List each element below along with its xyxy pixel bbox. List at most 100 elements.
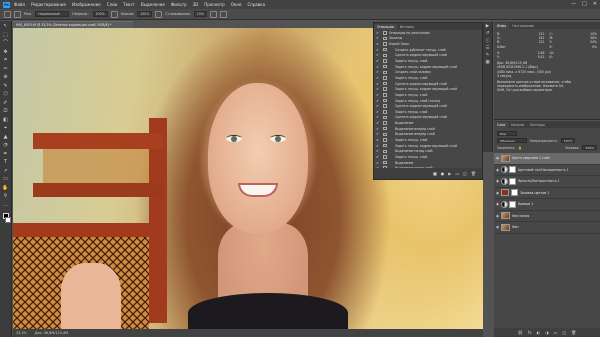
dialog-toggle-icon[interactable] — [383, 110, 387, 114]
new-action-icon[interactable]: ◫ — [463, 171, 467, 176]
dialog-toggle-icon[interactable] — [383, 76, 387, 80]
dialog-toggle-icon[interactable] — [383, 59, 387, 63]
check-icon[interactable]: ✔ — [374, 127, 381, 131]
tab-channels[interactable]: Каналы — [508, 122, 527, 128]
check-icon[interactable]: ✔ — [374, 104, 381, 108]
check-icon[interactable]: ✔ — [374, 31, 381, 35]
dialog-toggle-icon[interactable] — [383, 36, 387, 41]
doc-size[interactable]: Док: 36,8M/125,4M — [35, 331, 68, 335]
layer-name[interactable]: Яркость/Контрастность 1 — [518, 179, 560, 183]
check-icon[interactable]: ✔ — [374, 99, 381, 103]
dialog-toggle-icon[interactable] — [383, 155, 387, 159]
layer-name[interactable]: Кривые 1 — [518, 202, 533, 206]
opacity-field[interactable]: 100% — [92, 11, 108, 17]
mask-icon[interactable]: ◐ — [537, 330, 541, 335]
check-icon[interactable]: ✔ — [374, 48, 381, 52]
menu-type[interactable]: Текст — [123, 2, 135, 7]
close-icon[interactable]: ✕ — [593, 1, 597, 7]
layer-row[interactable]: ◉ Заливка цветом 1 — [494, 188, 600, 199]
dialog-toggle-icon[interactable] — [383, 42, 387, 46]
layer-thumbnail[interactable] — [501, 223, 510, 231]
check-icon[interactable]: ✔ — [374, 110, 381, 114]
layer-row[interactable]: ◉ Яркость/Контрастность 1 — [494, 176, 600, 188]
dialog-toggle-icon[interactable] — [383, 81, 387, 86]
new-layer-icon[interactable]: ◫ — [562, 330, 566, 335]
layer-fill-field[interactable]: 100% — [582, 145, 597, 150]
layer-mask-thumb[interactable] — [511, 189, 518, 197]
airbrush-icon[interactable] — [155, 10, 163, 18]
menu-select[interactable]: Выделение — [141, 2, 165, 7]
dialog-toggle-icon[interactable] — [383, 126, 387, 131]
check-icon[interactable]: ✔ — [374, 87, 381, 91]
layer-opacity-field[interactable]: 100% — [560, 138, 576, 143]
symmetry-icon[interactable] — [219, 10, 227, 18]
layer-name[interactable]: Цвета оверлеев 1 слой — [512, 156, 550, 160]
menu-image[interactable]: Изображение — [72, 2, 101, 7]
layer-row[interactable]: ◉ Цветовой тон/Насыщенность 1 — [494, 165, 600, 176]
check-icon[interactable]: ✔ — [374, 115, 381, 119]
shape-tool-icon[interactable]: ▭ — [2, 176, 10, 184]
brush-preset-icon[interactable] — [14, 10, 21, 18]
fx-icon[interactable]: fx — [528, 330, 532, 335]
type-tool-icon[interactable]: T — [2, 159, 10, 167]
dialog-toggle-icon[interactable] — [383, 104, 387, 108]
blur-tool-icon[interactable]: ▲ — [2, 134, 10, 142]
stop-icon[interactable]: ■ — [433, 171, 437, 176]
layer-thumbnail[interactable] — [501, 212, 510, 220]
brush-tool-icon[interactable]: ⬡ — [2, 91, 10, 99]
visibility-eye-icon[interactable]: ◉ — [494, 168, 501, 172]
move-tool-icon[interactable]: ↖ — [2, 23, 10, 31]
menu-file[interactable]: Файл — [14, 2, 25, 7]
dialog-toggle-icon[interactable] — [383, 121, 387, 125]
mode-select[interactable]: Нормальный — [35, 11, 70, 17]
maximize-icon[interactable]: □ — [582, 1, 587, 7]
menu-edit[interactable]: Редактирование — [31, 2, 66, 7]
home-icon[interactable] — [4, 10, 11, 18]
layer-row[interactable]: ◉ Фон копия — [494, 211, 600, 222]
layer-mask-thumb[interactable] — [509, 166, 516, 174]
dialog-toggle-icon[interactable] — [383, 87, 387, 91]
quick-select-tool-icon[interactable]: ✥ — [2, 49, 10, 57]
dialog-toggle-icon[interactable] — [383, 160, 387, 165]
group-icon[interactable]: ▭ — [554, 330, 558, 335]
eraser-tool-icon[interactable]: ◧ — [2, 117, 10, 125]
dialog-toggle-icon[interactable] — [383, 138, 387, 142]
dialog-toggle-icon[interactable] — [383, 149, 387, 154]
menu-filter[interactable]: Фильтр — [171, 2, 187, 7]
layer-row[interactable]: ◉ Кривые 1 — [494, 199, 600, 211]
visibility-eye-icon[interactable]: ◉ — [494, 179, 501, 183]
check-icon[interactable]: ✔ — [374, 138, 381, 142]
flow-field[interactable]: 100% — [137, 11, 153, 17]
swatches-panel-icon[interactable]: ▦ — [485, 60, 489, 65]
tab-layers[interactable]: Слои — [494, 122, 509, 128]
check-icon[interactable]: ✔ — [374, 53, 381, 57]
tab-histogram[interactable]: Гистограмма — [509, 23, 537, 29]
trash-icon[interactable]: 🗑 — [471, 171, 476, 176]
slice-tool-icon[interactable]: ✂ — [2, 66, 10, 74]
dialog-toggle-icon[interactable] — [383, 143, 387, 148]
gradient-tool-icon[interactable]: ⌖ — [2, 125, 10, 133]
gear-icon[interactable] — [209, 10, 217, 18]
check-icon[interactable]: ✔ — [374, 149, 381, 153]
dialog-toggle-icon[interactable] — [383, 70, 387, 75]
layer-name[interactable]: Фон — [512, 225, 519, 229]
pen-tool-icon[interactable]: ✒ — [2, 151, 10, 159]
dodge-tool-icon[interactable]: ◔ — [2, 142, 10, 150]
visibility-eye-icon[interactable]: ◉ — [494, 156, 501, 160]
stamp-tool-icon[interactable]: ✐ — [2, 100, 10, 108]
visibility-eye-icon[interactable]: ◉ — [494, 225, 501, 229]
marquee-tool-icon[interactable]: ⬚ — [2, 32, 10, 40]
brush-panel-icon[interactable]: ✎ — [486, 53, 490, 58]
history-brush-tool-icon[interactable]: ⎚ — [2, 108, 10, 116]
layer-name[interactable]: Цветовой тон/Насыщенность 1 — [518, 168, 569, 172]
dialog-toggle-icon[interactable] — [383, 98, 387, 103]
zoom-level[interactable]: 33,3% — [16, 331, 27, 335]
dialog-toggle-icon[interactable] — [383, 64, 387, 69]
play-panel-icon[interactable]: ▶ — [486, 24, 489, 29]
document-tab[interactable]: IMG_8553.tif @ 33,3% (Зелёная коррекция … — [13, 21, 133, 28]
eyedropper-tool-icon[interactable]: ⊕ — [2, 74, 10, 82]
check-icon[interactable]: ✔ — [374, 121, 381, 125]
new-set-icon[interactable]: ▭ — [455, 171, 459, 176]
layer-name[interactable]: Фон копия — [512, 214, 529, 218]
path-select-tool-icon[interactable]: ↗ — [2, 168, 10, 176]
